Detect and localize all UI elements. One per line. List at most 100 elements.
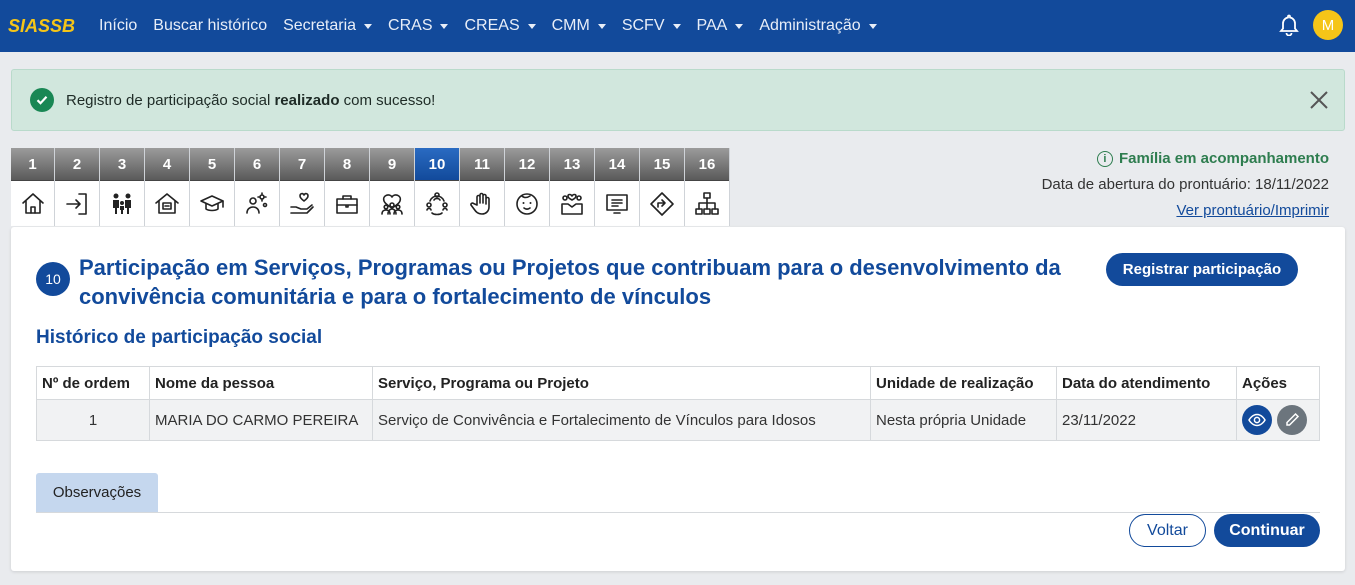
brand-logo[interactable]: SIASSB <box>8 16 75 37</box>
tab-step-5[interactable]: 5 <box>190 148 235 226</box>
col-unit: Unidade de realização <box>870 366 1057 400</box>
nav-item-creas[interactable]: CREAS <box>464 17 536 35</box>
participation-table: Nº de ordem Nome da pessoa Serviço, Prog… <box>36 366 1320 441</box>
table-row: 1 MARIA DO CARMO PEREIRA Serviço de Conv… <box>36 399 1320 441</box>
tab-step-4[interactable]: 4 <box>145 148 190 226</box>
page-title: Participação em Serviços, Programas ou P… <box>79 255 1061 309</box>
tab-number: 14 <box>595 148 639 181</box>
screen-icon <box>595 181 639 226</box>
tab-step-7[interactable]: 7 <box>280 148 325 226</box>
cell-person-name: MARIA DO CARMO PEREIRA <box>149 399 373 441</box>
tab-step-1[interactable]: 1 <box>11 148 55 226</box>
nav-label: PAA <box>696 17 728 34</box>
view-button[interactable] <box>1242 405 1272 435</box>
people-heart-icon <box>550 181 594 226</box>
tab-step-6[interactable]: 6 <box>235 148 280 226</box>
info-icon: i <box>1096 150 1113 167</box>
pencil-icon <box>1286 412 1300 426</box>
tab-number: 1 <box>11 148 54 181</box>
cell-unit: Nesta própria Unidade <box>870 399 1057 441</box>
col-date: Data do atendimento <box>1056 366 1237 400</box>
tab-step-8[interactable]: 8 <box>325 148 370 226</box>
tab-number: 5 <box>190 148 234 181</box>
nav-item-scfv[interactable]: SCFV <box>622 17 681 35</box>
nav-item-administracao[interactable]: Administração <box>759 17 877 35</box>
community-icon <box>415 181 459 226</box>
table-header-row: Nº de ordem Nome da pessoa Serviço, Prog… <box>36 366 1320 400</box>
tab-step-12[interactable]: 12 <box>505 148 550 226</box>
col-order: Nº de ordem <box>36 366 150 400</box>
family-icon <box>100 181 144 226</box>
nav-label: Início <box>99 17 138 34</box>
tab-step-13[interactable]: 13 <box>550 148 595 226</box>
briefcase-icon <box>325 181 369 226</box>
tab-divider <box>36 512 1320 513</box>
tab-observations[interactable]: Observações <box>36 473 158 512</box>
hand-heart-icon <box>280 181 324 226</box>
tab-step-14[interactable]: 14 <box>595 148 640 226</box>
tab-step-9[interactable]: 9 <box>370 148 415 226</box>
caret-down-icon <box>868 23 877 29</box>
nav-item-secretaria[interactable]: Secretaria <box>283 17 373 35</box>
tab-step-3[interactable]: 3 <box>100 148 145 226</box>
alert-text-prefix: Registro de participação social <box>66 91 275 109</box>
work-icon <box>235 181 279 226</box>
step-tabs: 1 2 3 4 5 6 7 8 9 10 11 12 13 14 15 16 <box>11 148 730 226</box>
tab-step-2[interactable]: 2 <box>55 148 100 226</box>
family-info: i Família em acompanhamento Data de abert… <box>1042 150 1329 219</box>
back-button[interactable]: Voltar <box>1129 514 1206 547</box>
section-title: Histórico de participação social <box>36 327 323 348</box>
col-service: Serviço, Programa ou Projeto <box>372 366 871 400</box>
edit-button[interactable] <box>1277 405 1307 435</box>
alert-message: Registro de participação social realizad… <box>66 92 435 109</box>
nav-label: SCFV <box>621 17 665 34</box>
nav-item-cmm[interactable]: CMM <box>552 17 606 35</box>
housing-icon <box>145 181 189 226</box>
caret-down-icon <box>735 23 744 29</box>
status-text: Família em acompanhamento <box>1118 150 1329 167</box>
tab-number: 16 <box>685 148 729 181</box>
tab-number: 2 <box>55 148 99 181</box>
top-navbar: SIASSB Início Buscar histórico Secretari… <box>0 0 1355 52</box>
nav-item-paa[interactable]: PAA <box>697 17 744 35</box>
nav-label: Buscar histórico <box>153 17 268 34</box>
stop-hand-icon <box>460 181 504 226</box>
tab-step-10[interactable]: 10 <box>415 148 460 226</box>
tab-step-11[interactable]: 11 <box>460 148 505 226</box>
eye-icon <box>1248 413 1266 427</box>
cell-service: Serviço de Convivência e Fortalecimento … <box>372 399 871 441</box>
print-record-link[interactable]: Ver prontuário/Imprimir <box>1176 202 1329 219</box>
caret-down-icon <box>672 23 681 29</box>
nav-item-cras[interactable]: CRAS <box>388 17 449 35</box>
check-circle-icon <box>30 88 54 112</box>
close-icon[interactable] <box>1308 89 1330 111</box>
bell-icon[interactable] <box>1279 14 1299 36</box>
tab-number: 6 <box>235 148 279 181</box>
nav-label: Administração <box>759 17 861 34</box>
tab-number: 8 <box>325 148 369 181</box>
hierarchy-icon <box>685 181 729 226</box>
register-participation-button[interactable]: Registrar participação <box>1106 253 1298 286</box>
direction-sign-icon <box>640 181 684 226</box>
continue-button[interactable]: Continuar <box>1214 514 1320 547</box>
nav-right: M <box>1279 10 1343 40</box>
tab-number: 9 <box>370 148 414 181</box>
caret-down-icon <box>364 23 373 29</box>
tab-number: 4 <box>145 148 189 181</box>
avatar[interactable]: M <box>1313 10 1343 40</box>
tab-step-15[interactable]: 15 <box>640 148 685 226</box>
nav-item-inicio[interactable]: Início <box>99 17 137 35</box>
home-icon <box>11 181 54 226</box>
tab-number: 11 <box>460 148 504 181</box>
tab-number: 15 <box>640 148 684 181</box>
group-heart-icon <box>370 181 414 226</box>
success-alert: Registro de participação social realizad… <box>11 69 1345 131</box>
cell-actions <box>1236 399 1320 441</box>
nav-label: Secretaria <box>283 17 357 34</box>
nav-label: CMM <box>551 17 590 34</box>
col-actions: Ações <box>1236 366 1320 400</box>
nav-item-buscar-historico[interactable]: Buscar histórico <box>153 17 267 35</box>
nav-label: CRAS <box>388 17 433 34</box>
tab-step-16[interactable]: 16 <box>685 148 730 226</box>
col-person-name: Nome da pessoa <box>149 366 373 400</box>
